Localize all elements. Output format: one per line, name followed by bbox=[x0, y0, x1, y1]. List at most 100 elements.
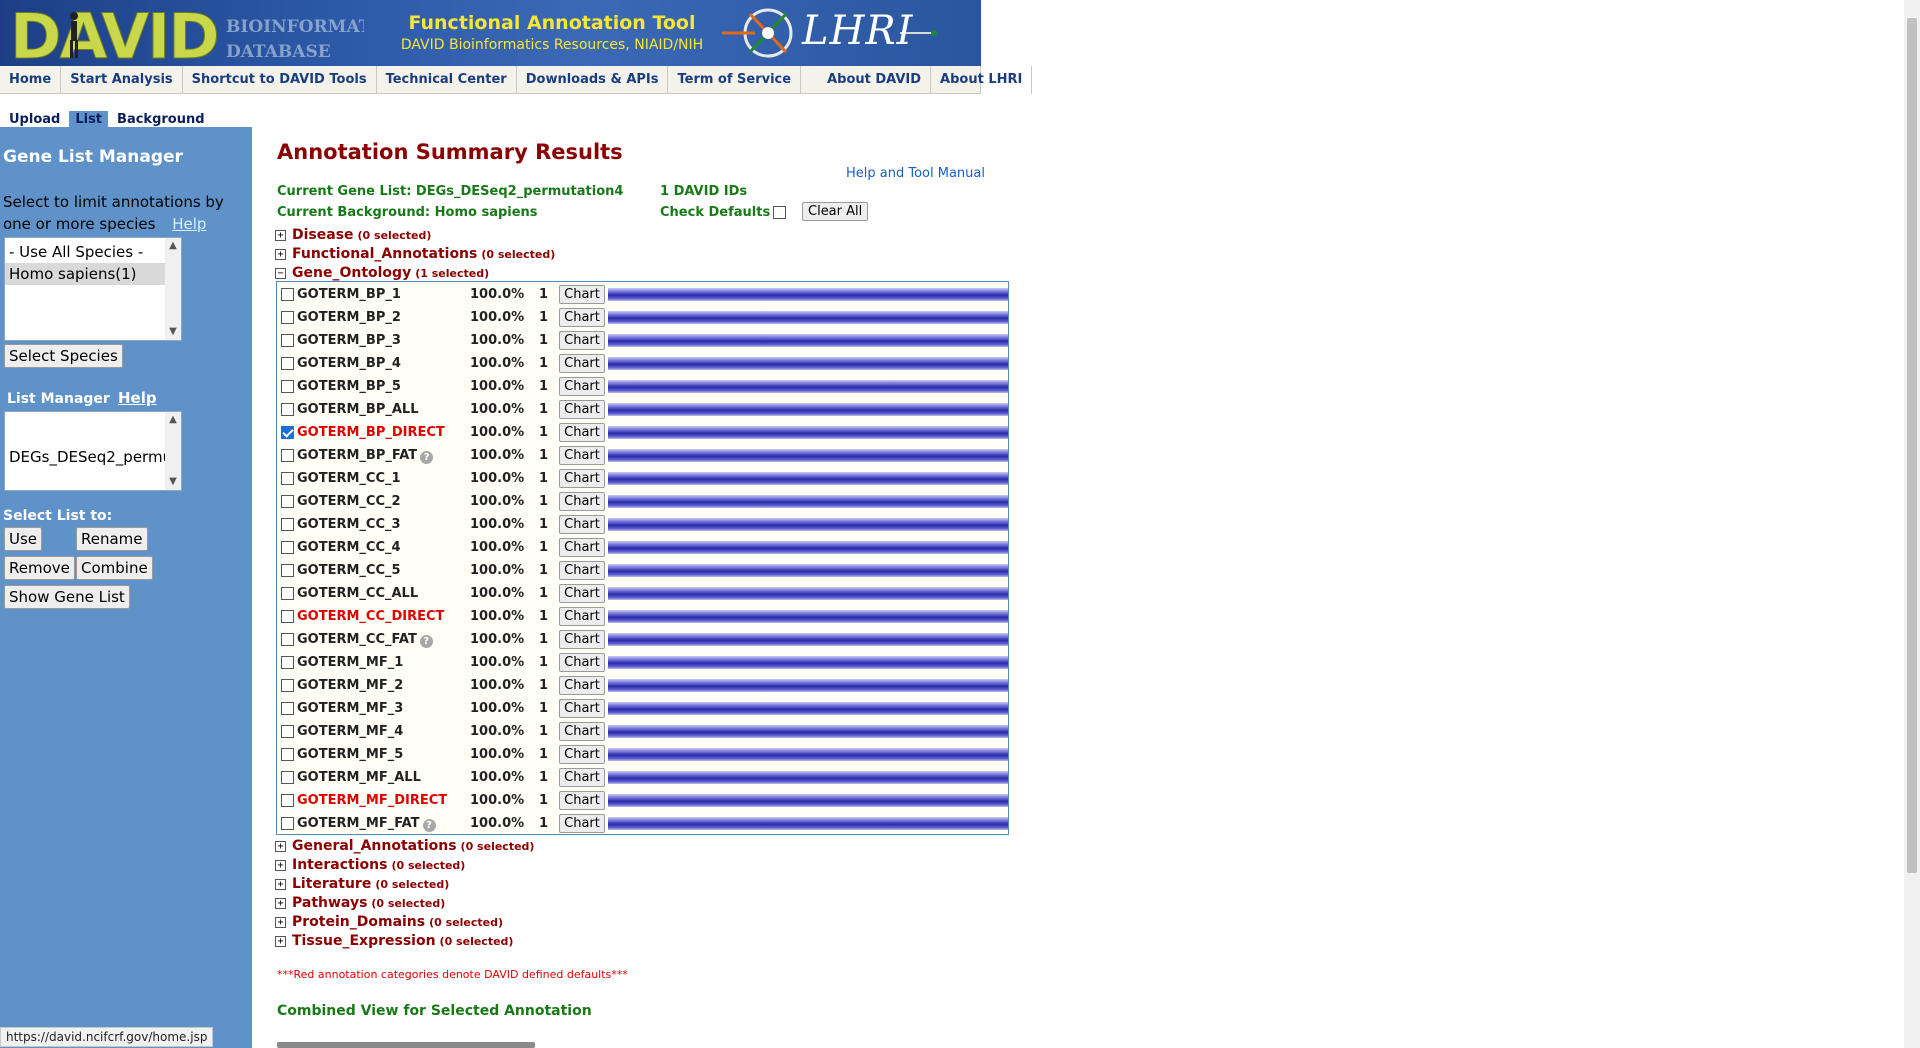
go-term-checkbox[interactable] bbox=[281, 587, 294, 600]
go-term-name[interactable]: GOTERM_MF_4 bbox=[297, 724, 403, 739]
category-name[interactable]: Literature bbox=[292, 876, 371, 892]
go-term-count[interactable]: 1 bbox=[539, 609, 548, 624]
go-term-checkbox[interactable] bbox=[281, 288, 294, 301]
go-term-name[interactable]: GOTERM_CC_4 bbox=[297, 540, 401, 555]
chart-button[interactable]: Chart bbox=[559, 423, 605, 442]
go-term-checkbox[interactable] bbox=[281, 725, 294, 738]
category-literature[interactable]: + Literature (0 selected) bbox=[275, 876, 449, 892]
collapse-icon[interactable]: − bbox=[275, 267, 286, 279]
go-term-checkbox[interactable] bbox=[281, 311, 294, 324]
chart-button[interactable]: Chart bbox=[559, 768, 605, 787]
go-term-name[interactable]: GOTERM_BP_2 bbox=[297, 310, 401, 325]
category-interactions[interactable]: + Interactions (0 selected) bbox=[275, 857, 465, 873]
go-term-name[interactable]: GOTERM_CC_3 bbox=[297, 517, 401, 532]
go-term-name-text[interactable]: GOTERM_CC_FAT bbox=[297, 632, 417, 647]
expand-icon[interactable]: + bbox=[275, 859, 286, 871]
combined-view-link[interactable]: Combined View for Selected Annotation bbox=[277, 1003, 592, 1019]
category-gene-ontology[interactable]: − Gene_Ontology (1 selected) bbox=[275, 265, 489, 281]
go-term-name-text[interactable]: GOTERM_MF_4 bbox=[297, 724, 403, 739]
category-pathways[interactable]: + Pathways (0 selected) bbox=[275, 895, 445, 911]
go-term-count[interactable]: 1 bbox=[539, 540, 548, 555]
tab-upload[interactable]: Upload bbox=[3, 111, 66, 128]
chart-button[interactable]: Chart bbox=[559, 285, 605, 304]
david-logo[interactable]: DAVID BIOINFORMATICS DATABASE bbox=[4, 2, 365, 64]
chart-button[interactable]: Chart bbox=[559, 492, 605, 511]
help-icon[interactable]: ? bbox=[419, 635, 433, 648]
go-term-name[interactable]: GOTERM_MF_FAT? bbox=[297, 816, 436, 832]
expand-icon[interactable]: + bbox=[275, 935, 286, 947]
tab-background[interactable]: Background bbox=[111, 111, 211, 128]
go-term-name[interactable]: GOTERM_MF_2 bbox=[297, 678, 403, 693]
chart-button[interactable]: Chart bbox=[559, 676, 605, 695]
go-term-name[interactable]: GOTERM_CC_2 bbox=[297, 494, 401, 509]
help-manual-link[interactable]: Help and Tool Manual bbox=[846, 166, 985, 181]
expand-icon[interactable]: + bbox=[275, 878, 286, 890]
rename-button[interactable]: Rename bbox=[76, 527, 148, 551]
category-name[interactable]: Functional_Annotations bbox=[292, 246, 477, 262]
go-term-name[interactable]: GOTERM_CC_FAT? bbox=[297, 632, 433, 648]
go-term-name-text[interactable]: GOTERM_CC_5 bbox=[297, 563, 401, 578]
go-term-count[interactable]: 1 bbox=[539, 425, 548, 440]
go-term-name-text[interactable]: GOTERM_CC_1 bbox=[297, 471, 401, 486]
show-gene-list-button[interactable]: Show Gene List bbox=[4, 585, 130, 609]
go-term-name-text[interactable]: GOTERM_MF_3 bbox=[297, 701, 403, 716]
chart-button[interactable]: Chart bbox=[559, 538, 605, 557]
list-option-degs[interactable]: DEGs_DESeq2_permutation4 bbox=[5, 446, 167, 468]
go-term-count[interactable]: 1 bbox=[539, 448, 548, 463]
chart-button[interactable]: Chart bbox=[559, 469, 605, 488]
go-term-count[interactable]: 1 bbox=[539, 563, 548, 578]
species-listbox[interactable]: - Use All Species - Homo sapiens(1) ▲ ▼ bbox=[4, 237, 182, 341]
go-term-checkbox[interactable] bbox=[281, 633, 294, 646]
go-term-count[interactable]: 1 bbox=[539, 793, 548, 808]
category-name[interactable]: Interactions bbox=[292, 857, 387, 873]
species-option[interactable]: - Use All Species - bbox=[5, 241, 181, 263]
chart-button[interactable]: Chart bbox=[559, 745, 605, 764]
chart-button[interactable]: Chart bbox=[559, 377, 605, 396]
chart-button[interactable]: Chart bbox=[559, 584, 605, 603]
scroll-up-icon[interactable]: ▲ bbox=[165, 238, 181, 254]
chart-button[interactable]: Chart bbox=[559, 722, 605, 741]
go-term-checkbox[interactable] bbox=[281, 541, 294, 554]
nav-term-of-service[interactable]: Term of Service bbox=[668, 65, 802, 94]
go-term-count[interactable]: 1 bbox=[539, 655, 548, 670]
go-term-count[interactable]: 1 bbox=[539, 701, 548, 716]
category-name[interactable]: Pathways bbox=[292, 895, 367, 911]
go-term-checkbox[interactable] bbox=[281, 679, 294, 692]
go-term-name-text[interactable]: GOTERM_BP_FAT bbox=[297, 448, 417, 463]
tab-list[interactable]: List bbox=[69, 110, 109, 128]
go-term-name-text[interactable]: GOTERM_BP_1 bbox=[297, 287, 401, 302]
chart-button[interactable]: Chart bbox=[559, 653, 605, 672]
gene-list-listbox[interactable]: DEGs_DESeq2_permutation4 ▲ ▼ bbox=[4, 411, 182, 491]
expand-icon[interactable]: + bbox=[275, 916, 286, 928]
go-term-checkbox[interactable] bbox=[281, 403, 294, 416]
category-name[interactable]: Disease bbox=[292, 227, 354, 243]
nav-about-david[interactable]: About DAVID bbox=[801, 65, 932, 94]
go-term-count[interactable]: 1 bbox=[539, 379, 548, 394]
species-option-selected[interactable]: Homo sapiens(1) bbox=[5, 263, 165, 285]
chart-button[interactable]: Chart bbox=[559, 446, 605, 465]
go-term-name-text[interactable]: GOTERM_BP_3 bbox=[297, 333, 401, 348]
go-term-count[interactable]: 1 bbox=[539, 310, 548, 325]
category-name[interactable]: Protein_Domains bbox=[292, 914, 425, 930]
use-button[interactable]: Use bbox=[4, 527, 43, 551]
go-term-name-text[interactable]: GOTERM_CC_4 bbox=[297, 540, 401, 555]
go-term-name[interactable]: GOTERM_MF_1 bbox=[297, 655, 403, 670]
chart-button[interactable]: Chart bbox=[559, 308, 605, 327]
expand-icon[interactable]: + bbox=[275, 897, 286, 909]
go-term-name-text[interactable]: GOTERM_BP_ALL bbox=[297, 402, 418, 417]
nav-start-analysis[interactable]: Start Analysis bbox=[61, 65, 183, 94]
clear-all-button[interactable]: Clear All bbox=[802, 202, 869, 221]
go-term-name[interactable]: GOTERM_BP_5 bbox=[297, 379, 401, 394]
go-term-checkbox[interactable] bbox=[281, 817, 294, 830]
go-term-name-text[interactable]: GOTERM_CC_DIRECT bbox=[297, 609, 444, 624]
go-term-name[interactable]: GOTERM_CC_ALL bbox=[297, 586, 418, 601]
go-term-name-text[interactable]: GOTERM_MF_FAT bbox=[297, 816, 420, 831]
go-term-checkbox[interactable] bbox=[281, 794, 294, 807]
chart-button[interactable]: Chart bbox=[559, 400, 605, 419]
go-term-name-text[interactable]: GOTERM_MF_ALL bbox=[297, 770, 421, 785]
go-term-checkbox[interactable] bbox=[281, 380, 294, 393]
go-term-name[interactable]: GOTERM_BP_DIRECT bbox=[297, 425, 445, 440]
list-scrollbar[interactable]: ▲ ▼ bbox=[165, 412, 181, 490]
category-tissue-expression[interactable]: + Tissue_Expression (0 selected) bbox=[275, 933, 513, 949]
go-term-name-text[interactable]: GOTERM_MF_2 bbox=[297, 678, 403, 693]
